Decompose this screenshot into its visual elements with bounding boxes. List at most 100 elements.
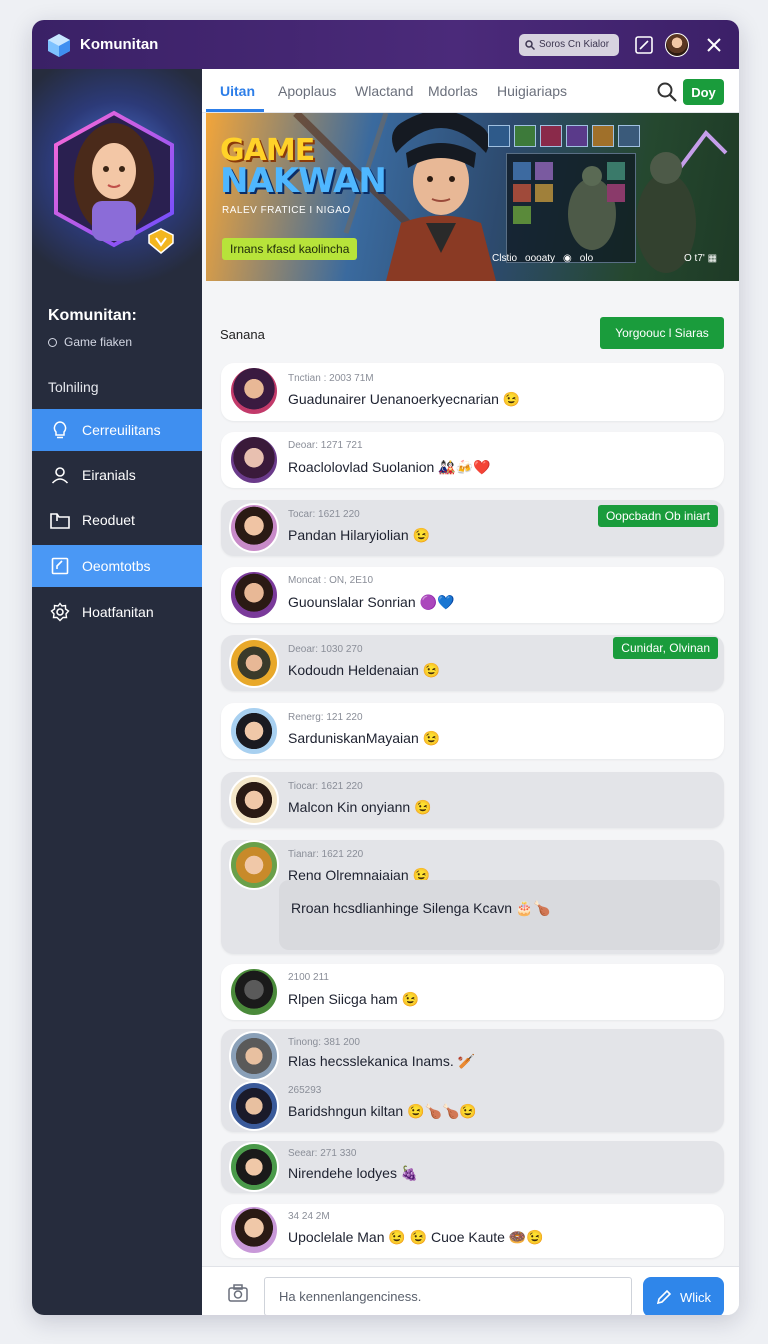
thumbnail: [540, 125, 562, 147]
message-card[interactable]: Tocar: 1621 220 Pandan Hilaryiolian 😉 Oo…: [221, 500, 724, 556]
active-tab-indicator: [206, 109, 264, 112]
sidebar-item-label: Hoatfanitan: [82, 604, 154, 620]
banner-title-line2: NAKWAN: [220, 161, 387, 201]
camera-icon[interactable]: [228, 1284, 248, 1302]
close-icon[interactable]: [703, 34, 725, 56]
banner-thumbnails: [488, 125, 640, 147]
edit-window-icon[interactable]: [633, 34, 655, 56]
message-card[interactable]: Tiocar: 1621 220 Malcon Kin onyiann 😉: [221, 772, 724, 828]
feed-sort-label: Sanana: [220, 327, 265, 342]
app-title: Komunitan: [80, 36, 159, 53]
message-text: Kodoudn Heldenaian 😉: [288, 662, 441, 678]
message-text: Baridshngun kiltan 😉🍗🍗😉: [288, 1103, 477, 1119]
message-card[interactable]: Renerg: 121 220 SarduniskanMayaian 😉: [221, 703, 724, 759]
message-composer: Ha kennenlangenciness. Wlick: [202, 1266, 739, 1315]
message-input-placeholder: Ha kennenlangenciness.: [279, 1289, 422, 1304]
message-card[interactable]: 2100 211 Rlpen Siicga ham 😉: [221, 964, 724, 1020]
message-card[interactable]: Tianar: 1621 220 Reng Olremnaiaian 😉 Rro…: [221, 840, 724, 954]
banner-inventory-panel: [506, 153, 636, 263]
sidebar: Komunitan: Game fiaken Tolniling Cerreui…: [32, 69, 202, 1315]
avatar: [229, 1031, 279, 1081]
game-banner[interactable]: GAME NAKWAN RALEV FRATICE I NIGAO Irnans…: [206, 113, 739, 281]
sidebar-section-label: Tolniling: [48, 379, 99, 395]
avatar: [229, 1205, 279, 1255]
reply-text: Rroan hcsdlianhinge Silenga Kcavn 🎂🍗: [291, 900, 551, 916]
message-text: Guadunairer Uenanoerkyecnarian 😉: [288, 391, 521, 407]
record-icon: ◉: [563, 253, 572, 264]
pencil-icon: [656, 1289, 672, 1305]
user-avatar[interactable]: [665, 32, 689, 57]
message-card[interactable]: Tinong: 381 200 Rlas hecsslekanica Inams…: [221, 1029, 724, 1132]
banner-status-label: O t7': [684, 253, 705, 264]
tab-uitan[interactable]: Uitan: [220, 83, 255, 99]
profile-status-text: Game fiaken: [64, 335, 133, 349]
tab-mdorlas[interactable]: Mdorlas: [428, 83, 478, 99]
go-button[interactable]: Doy: [683, 79, 724, 105]
thumbnail: [566, 125, 588, 147]
banner-status-label: olo: [579, 253, 594, 264]
message-text: Rlas hecsslekanica Inams. 🏏: [288, 1053, 476, 1069]
sidebar-item-label: Eiranials: [82, 467, 136, 483]
message-meta: Deoar: 1030 270: [288, 644, 363, 655]
message-input[interactable]: Ha kennenlangenciness.: [264, 1277, 632, 1315]
sidebar-item-eiranials[interactable]: Eiranials: [32, 454, 202, 496]
shield-badge-icon: [148, 228, 174, 254]
tab-huigiariaps[interactable]: Huigiariaps: [497, 83, 567, 99]
avatar: [229, 638, 279, 688]
sidebar-item-cerreuilitans[interactable]: Cerreuilitans: [32, 409, 202, 451]
avatar: [229, 840, 279, 890]
title-search-field[interactable]: Soros Cn Kialor: [519, 33, 619, 56]
profile-hero: [32, 69, 202, 289]
avatar: [229, 366, 279, 416]
message-text: Pandan Hilaryiolian 😉: [288, 527, 430, 543]
message-action-badge[interactable]: Oopcbadn Ob iniart: [597, 505, 718, 527]
message-meta: Seear: 271 330: [288, 1148, 357, 1159]
sidebar-item-oeomtotbs[interactable]: Oeomtotbs: [32, 545, 202, 587]
message-text: SarduniskanMayaian 😉: [288, 730, 441, 746]
banner-subtitle: RALEV FRATICE I NIGAO: [222, 205, 351, 216]
inventory-grid: [513, 162, 625, 250]
message-meta: Tocar: 1621 220: [288, 509, 360, 520]
message-meta: Deoar: 1271 721: [288, 440, 363, 451]
message-card[interactable]: Deoar: 1030 270 Kodoudn Heldenaian 😉 Cun…: [221, 635, 724, 691]
message-meta: Tinong: 381 200: [288, 1037, 360, 1048]
message-meta: 34 24 2M: [288, 1211, 330, 1222]
avatar: [229, 1081, 279, 1131]
send-button-label: Wlick: [679, 1289, 712, 1305]
reply-card[interactable]: Rroan hcsdlianhinge Silenga Kcavn 🎂🍗: [279, 880, 720, 950]
search-icon[interactable]: [656, 81, 678, 103]
message-card[interactable]: Deoar: 1271 721 Roaclolovlad Suolanion 🎎…: [221, 432, 724, 488]
profile-name: Komunitan:: [48, 307, 137, 324]
status-icon: [48, 337, 57, 347]
banner-status-label: Clstio: [492, 253, 518, 264]
banner-status-right: O t7' ▦: [684, 253, 717, 264]
cube-logo-icon: [46, 32, 72, 58]
user-icon: [50, 465, 70, 485]
message-text: Roaclolovlad Suolanion 🎎🍻❤️: [288, 459, 491, 475]
message-card[interactable]: 34 24 2M Upoclelale Man 😉 😉 Cuoe Kaute 🍩…: [221, 1204, 724, 1258]
sidebar-item-label: Reoduet: [82, 512, 135, 528]
message-action-badge[interactable]: Cunidar, Olvinan: [613, 637, 718, 659]
title-search-placeholder: Soros Cn Kialor: [539, 39, 610, 50]
folder-icon: [50, 510, 70, 530]
app-window: Komunitan Soros Cn Kialor Komunitan: Gam…: [32, 20, 739, 1315]
message-meta: 265293: [288, 1085, 322, 1096]
avatar: [229, 570, 279, 620]
main-content: Uitan Apoplaus Wlactand Mdorlas Huigiari…: [202, 69, 739, 1315]
message-card[interactable]: Moncat : ON, 2E10 Guounslalar Sonrian 🟣💙: [221, 567, 724, 623]
search-icon: [525, 39, 535, 50]
lightbulb-icon: [50, 420, 70, 440]
feed-sort-button[interactable]: Yorgoouc l Siaras: [600, 317, 724, 349]
message-meta: Tnctian : 2003 71M: [288, 373, 374, 384]
banner-cta-button[interactable]: Irnans kfasd kaolincha: [222, 238, 358, 260]
tab-apoplaus[interactable]: Apoplaus: [278, 83, 336, 99]
sidebar-item-reoduet[interactable]: Reoduet: [32, 499, 202, 541]
thumbnail: [592, 125, 614, 147]
sidebar-item-hoatfanitan[interactable]: Hoatfanitan: [32, 591, 202, 633]
thumbnail: [488, 125, 510, 147]
send-button[interactable]: Wlick: [643, 1277, 724, 1315]
message-card[interactable]: Seear: 271 330 Nirendehe lodyes 🍇: [221, 1141, 724, 1193]
message-card[interactable]: Tnctian : 2003 71M Guadunairer Uenanoerk…: [221, 363, 724, 421]
tab-wlactand[interactable]: Wlactand: [355, 83, 413, 99]
thumbnail: [514, 125, 536, 147]
